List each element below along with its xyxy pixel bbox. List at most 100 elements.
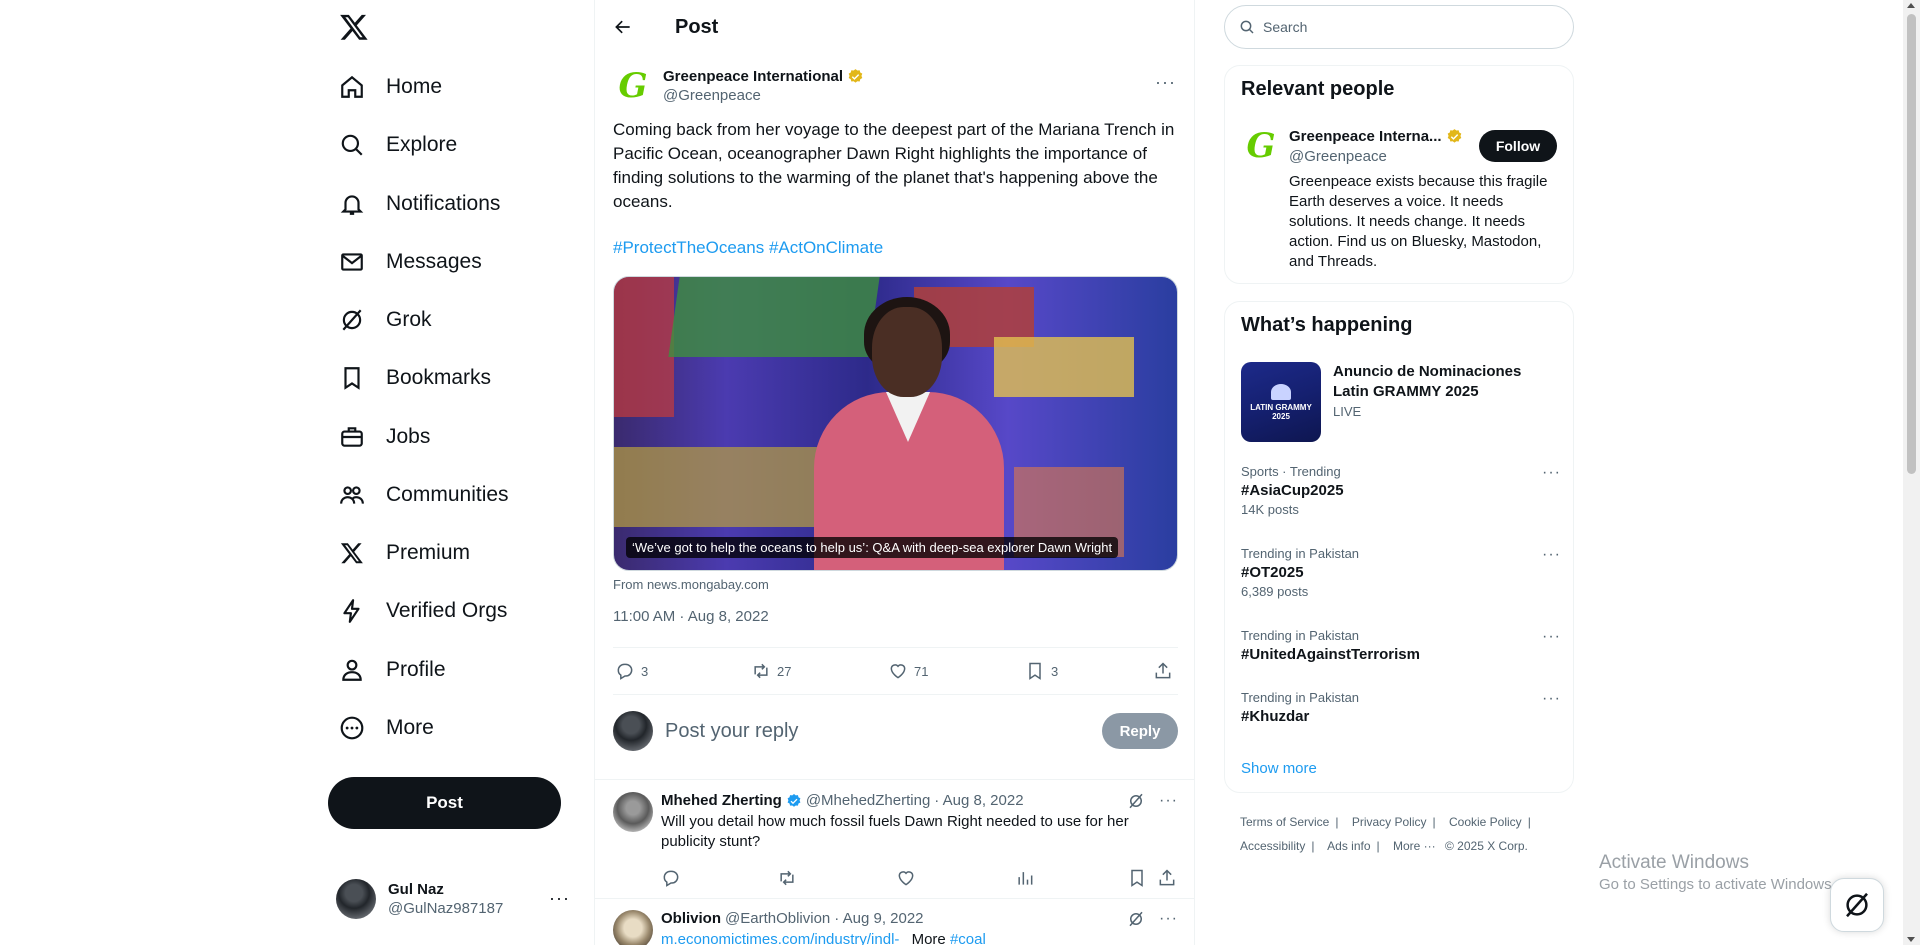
featured-trend[interactable]: LATIN GRAMMY 2025 Anuncio de Nominacione… bbox=[1241, 362, 1561, 442]
show-more-link[interactable]: Show more bbox=[1241, 760, 1317, 777]
back-arrow-icon[interactable] bbox=[611, 15, 635, 39]
author-name[interactable]: Greenpeace International bbox=[663, 68, 864, 85]
trend-item[interactable]: Trending in Pakistan #Khuzdar ··· bbox=[1241, 690, 1561, 725]
footer-link[interactable]: Privacy Policy bbox=[1352, 815, 1427, 829]
bookmark-icon bbox=[1131, 869, 1143, 887]
nav-item-notifications[interactable]: Notifications bbox=[338, 184, 500, 224]
nav-label: Profile bbox=[386, 658, 446, 681]
person-icon bbox=[338, 656, 366, 684]
heart-icon bbox=[898, 871, 914, 886]
card-source[interactable]: From news.mongabay.com bbox=[613, 577, 769, 592]
envelope-icon bbox=[338, 248, 366, 276]
relevant-bio: Greenpeace exists because this fragile E… bbox=[1289, 173, 1548, 270]
trend-item[interactable]: Sports · Trending #AsiaCup2025 14K posts… bbox=[1241, 464, 1561, 517]
nav-item-communities[interactable]: Communities bbox=[338, 475, 509, 515]
x-logo-icon[interactable] bbox=[339, 12, 369, 42]
nav-label: Explore bbox=[386, 133, 458, 156]
reply-author-name[interactable]: Oblivion bbox=[661, 910, 721, 927]
search-input[interactable]: Search bbox=[1224, 5, 1574, 49]
follow-button[interactable]: Follow bbox=[1479, 130, 1557, 162]
hashtag-link[interactable]: #coal bbox=[950, 931, 986, 945]
post-actions: 3 27 71 3 bbox=[613, 647, 1178, 695]
greenpeace-avatar[interactable]: G bbox=[1241, 126, 1281, 166]
like-action[interactable]: 71 bbox=[888, 661, 928, 681]
nav-item-grok[interactable]: Grok bbox=[338, 300, 432, 340]
featured-status: LIVE bbox=[1333, 404, 1362, 419]
featured-title: Anuncio de Nominaciones Latin GRAMMY 202… bbox=[1333, 363, 1522, 400]
relevant-name[interactable]: Greenpeace Interna... bbox=[1289, 128, 1463, 145]
nav-item-more[interactable]: More bbox=[338, 708, 434, 748]
reply-tweet[interactable]: Oblivion @EarthOblivion · Aug 9, 2022 ··… bbox=[613, 910, 1178, 945]
more-dots-icon[interactable]: ··· bbox=[1542, 546, 1561, 564]
divider bbox=[595, 779, 1194, 780]
nav-label: Jobs bbox=[386, 425, 431, 448]
reply-action[interactable]: 3 bbox=[615, 661, 648, 681]
grok-icon bbox=[338, 306, 366, 334]
hashtag-link[interactable]: #ProtectTheOceans bbox=[613, 238, 764, 257]
footer-link[interactable]: More ··· bbox=[1393, 839, 1436, 853]
whats-happening-panel: What’s happening LATIN GRAMMY 2025 Anunc… bbox=[1224, 301, 1574, 793]
repost-icon bbox=[780, 870, 794, 886]
grok-floating-button[interactable] bbox=[1830, 878, 1884, 932]
nav-item-explore[interactable]: Explore bbox=[338, 125, 457, 165]
greenpeace-avatar[interactable]: G bbox=[613, 66, 653, 106]
post-author: G Greenpeace International @Greenpeace ·… bbox=[613, 64, 1178, 108]
reply-more[interactable]: More bbox=[912, 931, 946, 945]
link-card[interactable]: ‘We’ve got to help the oceans to help us… bbox=[613, 276, 1178, 571]
nav-label: Communities bbox=[386, 483, 509, 506]
more-dots-icon: ··· bbox=[1159, 910, 1178, 927]
post-timestamp[interactable]: 11:00 AM · Aug 8, 2022 bbox=[613, 608, 769, 625]
reply-input[interactable]: Post your reply bbox=[665, 720, 1102, 743]
post-button[interactable]: Post bbox=[328, 777, 561, 829]
more-dots-icon[interactable]: ··· bbox=[1542, 690, 1561, 708]
reply-date[interactable]: · Aug 8, 2022 bbox=[934, 792, 1023, 809]
more-dots-icon[interactable]: ··· bbox=[1542, 464, 1561, 482]
reply-author-handle[interactable]: @EarthOblivion bbox=[725, 910, 830, 927]
reply-tweet[interactable]: Mhehed Zherting @MhehedZherting · Aug 8,… bbox=[613, 792, 1178, 896]
reply-author-name[interactable]: Mhehed Zherting bbox=[661, 792, 782, 809]
account-switcher[interactable]: Gul Naz @GulNaz987187 ··· bbox=[336, 874, 576, 924]
reply-button[interactable]: Reply bbox=[1102, 713, 1178, 749]
hashtag-link[interactable]: #ActOnClimate bbox=[769, 238, 883, 257]
footer-link[interactable]: Cookie Policy bbox=[1449, 815, 1522, 829]
trend-item[interactable]: Trending in Pakistan #OT2025 6,389 posts… bbox=[1241, 546, 1561, 599]
reply-author-handle[interactable]: @MhehedZherting bbox=[806, 792, 930, 809]
nav-item-verified-orgs[interactable]: Verified Orgs bbox=[338, 591, 507, 631]
bookmark-action[interactable]: 3 bbox=[1025, 661, 1058, 681]
reply-text: m.economictimes.com/industry/indl- More … bbox=[661, 930, 1151, 945]
nav-label: Home bbox=[386, 75, 443, 98]
nav-item-bookmarks[interactable]: Bookmarks bbox=[338, 358, 491, 398]
footer-link[interactable]: Ads info bbox=[1327, 839, 1370, 853]
more-dots-icon[interactable]: ··· bbox=[1155, 72, 1176, 93]
nav-item-home[interactable]: Home bbox=[338, 67, 442, 107]
trend-item[interactable]: Trending in Pakistan #UnitedAgainstTerro… bbox=[1241, 628, 1561, 663]
repost-icon bbox=[754, 663, 768, 679]
nav-label: Premium bbox=[386, 541, 471, 564]
footer-link[interactable]: Terms of Service bbox=[1240, 815, 1329, 829]
nav-item-messages[interactable]: Messages bbox=[338, 242, 482, 282]
more-dots-icon[interactable]: ··· bbox=[1542, 628, 1561, 646]
reply-link[interactable]: m.economictimes.com/industry/indl- bbox=[661, 931, 899, 945]
account-handle: @GulNaz987187 bbox=[388, 900, 504, 917]
right-sidebar: Search Relevant people G Greenpeace Inte… bbox=[1224, 0, 1575, 945]
reply-actions bbox=[661, 868, 1178, 888]
scroll-up-arrow-icon bbox=[1907, 3, 1915, 8]
nav-label: Messages bbox=[386, 250, 482, 273]
reply-date[interactable]: · Aug 9, 2022 bbox=[834, 910, 923, 927]
nav-item-profile[interactable]: Profile bbox=[338, 650, 446, 690]
page-scrollbar[interactable] bbox=[1903, 0, 1920, 945]
main-column: Post G Greenpeace International @Greenpe… bbox=[594, 0, 1195, 945]
repost-action[interactable]: 27 bbox=[751, 661, 791, 681]
nav-item-premium[interactable]: Premium bbox=[338, 533, 470, 573]
nav-label: Notifications bbox=[386, 192, 501, 215]
author-handle[interactable]: @Greenpeace bbox=[663, 87, 864, 104]
avatar[interactable] bbox=[613, 910, 653, 945]
avatar[interactable] bbox=[613, 792, 653, 832]
heart-icon bbox=[890, 664, 906, 679]
nav-item-jobs[interactable]: Jobs bbox=[338, 417, 430, 457]
footer-link[interactable]: Accessibility bbox=[1240, 839, 1305, 853]
share-icon bbox=[1159, 869, 1175, 886]
relevant-handle[interactable]: @Greenpeace bbox=[1289, 148, 1387, 165]
share-action[interactable] bbox=[1153, 661, 1173, 681]
post-text: Coming back from her voyage to the deepe… bbox=[613, 120, 1175, 211]
